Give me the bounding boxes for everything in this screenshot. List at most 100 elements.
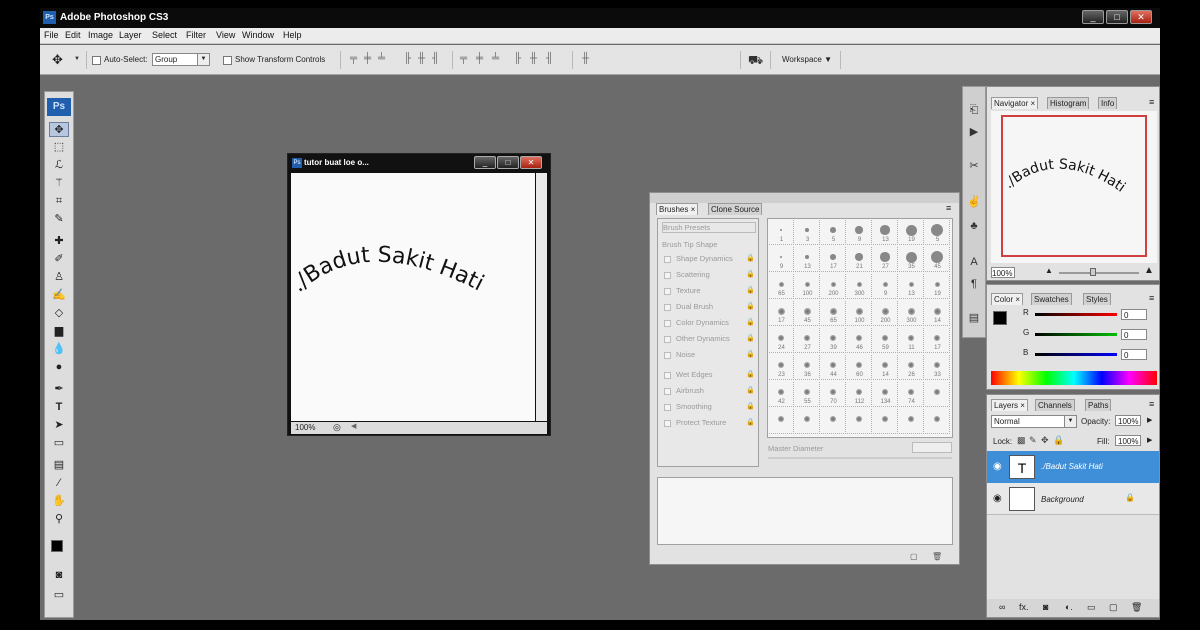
master-diameter-field[interactable] (912, 442, 952, 453)
clone-stamp-tool-icon[interactable]: ♙ (49, 270, 69, 285)
brush-preset-cell[interactable] (899, 409, 924, 434)
healing-brush-tool-icon[interactable]: ✚ (49, 234, 69, 249)
close-button[interactable]: ✕ (1130, 10, 1152, 24)
brush-preset-cell[interactable]: 200 (873, 301, 898, 326)
brush-preset-cell[interactable]: 59 (873, 328, 898, 353)
lock-icon[interactable]: 🔒 (746, 370, 755, 378)
lock-icon[interactable]: 🔒 (746, 418, 755, 426)
lock-all-icon[interactable]: 🔒 (1053, 435, 1064, 446)
layer-comps-icon[interactable]: ▤ (966, 309, 982, 325)
tab-clone-source[interactable]: Clone Source (708, 203, 763, 215)
type-tool-icon[interactable]: T (49, 400, 69, 415)
link-layers-icon[interactable]: ∞ (999, 602, 1005, 612)
brush-preset-cell[interactable]: 65 (821, 301, 846, 326)
brush-preset-cell[interactable]: 27 (873, 247, 898, 272)
layer-row[interactable]: ◉ Background 🔒 (987, 483, 1159, 515)
visibility-eye-icon[interactable]: ◉ (993, 461, 1002, 472)
lock-icon[interactable]: 🔒 (746, 402, 755, 410)
marquee-tool-icon[interactable]: ⬚ (49, 140, 69, 155)
visibility-eye-icon[interactable]: ◉ (993, 493, 1002, 504)
zoom-slider-thumb[interactable] (1090, 268, 1096, 276)
brush-preset-cell[interactable]: 44 (821, 355, 846, 380)
color-spectrum-bar[interactable] (991, 371, 1157, 385)
doc-close-button[interactable]: ✕ (520, 156, 542, 169)
gradient-tool-icon[interactable]: ▆ (49, 324, 69, 339)
brush-preset-cell[interactable]: 74 (899, 382, 924, 407)
tab-swatches[interactable]: Swatches (1031, 293, 1072, 305)
opacity-arrow-icon[interactable]: ▶ (1147, 416, 1152, 424)
lock-icon[interactable]: 🔒 (746, 386, 755, 394)
distribute-bottom-icon[interactable]: ╧ (492, 54, 502, 64)
brush-preset-cell[interactable] (925, 409, 950, 434)
panel-menu-icon[interactable]: ≡ (946, 203, 951, 213)
brush-option-checkbox[interactable] (664, 320, 671, 327)
hand-tool-icon[interactable]: ✋ (49, 494, 69, 509)
brush-preset-cell[interactable]: 70 (821, 382, 846, 407)
brush-preset-cell[interactable]: 100 (847, 301, 872, 326)
lock-icon[interactable]: 🔒 (746, 270, 755, 278)
brush-preset-cell[interactable] (769, 409, 794, 434)
brush-option-label[interactable]: Other Dynamics (676, 334, 730, 343)
lock-transparent-icon[interactable]: ▩ (1017, 435, 1026, 446)
menu-edit[interactable]: Edit (65, 30, 81, 40)
tool-preset-arrow-icon[interactable]: ▼ (74, 56, 80, 62)
panel-menu-icon[interactable]: ≡ (1149, 399, 1154, 409)
brush-preset-cell[interactable] (795, 409, 820, 434)
clone-source-icon[interactable]: ♣ (966, 217, 982, 233)
brush-preset-cell[interactable] (821, 409, 846, 434)
lock-icon[interactable]: 🔒 (746, 302, 755, 310)
status-menu-icon[interactable]: ◎ (333, 422, 341, 433)
distribute-top-icon[interactable]: ╤ (460, 54, 470, 64)
navigator-preview[interactable]: ./Badut Sakit Hati (991, 111, 1157, 263)
panel-menu-icon[interactable]: ≡ (1149, 293, 1154, 303)
brush-preset-cell[interactable]: 112 (847, 382, 872, 407)
move-tool-icon[interactable]: ✥ (52, 52, 63, 68)
layer-name[interactable]: Background (1041, 495, 1084, 504)
layer-mask-icon[interactable]: ◙ (1043, 602, 1048, 612)
channel-b-slider[interactable] (1035, 353, 1117, 356)
brush-preset-cell[interactable]: 9 (769, 247, 794, 272)
brush-preset-cell[interactable]: 300 (847, 274, 872, 299)
brush-preset-cell[interactable]: 13 (795, 247, 820, 272)
fill-arrow-icon[interactable]: ▶ (1147, 436, 1152, 444)
brush-presets-item[interactable]: Brush Presets (662, 222, 756, 233)
lock-position-icon[interactable]: ✥ (1041, 435, 1049, 446)
zoom-in-icon[interactable]: ▲ (1144, 265, 1154, 276)
brush-preset-cell[interactable]: 14 (925, 301, 950, 326)
lock-pixels-icon[interactable]: ✎ (1029, 435, 1037, 446)
menu-image[interactable]: Image (88, 30, 113, 40)
channel-r-value[interactable]: 0 (1121, 309, 1147, 320)
align-hcenter-icon[interactable]: ╫ (418, 54, 428, 64)
brush-option-checkbox[interactable] (664, 372, 671, 379)
brush-tool-icon[interactable]: ✐ (49, 252, 69, 267)
brush-preset-cell[interactable]: 200 (821, 274, 846, 299)
pen-tool-icon[interactable]: ✒ (49, 382, 69, 397)
auto-select-dropdown[interactable]: Group ▼ (152, 53, 210, 66)
master-diameter-slider[interactable] (768, 457, 952, 459)
align-bottom-icon[interactable]: ╧ (378, 54, 388, 64)
brush-preset-cell[interactable]: 23 (769, 355, 794, 380)
foreground-color-swatch[interactable] (51, 540, 63, 552)
brush-preset-cell[interactable]: 11 (899, 328, 924, 353)
brush-preset-cell[interactable]: 300 (899, 301, 924, 326)
brush-option-checkbox[interactable] (664, 352, 671, 359)
tab-channels[interactable]: Channels (1035, 399, 1075, 411)
rectangle-tool-icon[interactable]: ▭ (49, 436, 69, 451)
distribute-left-icon[interactable]: ╟ (514, 54, 524, 64)
brush-option-label[interactable]: Wet Edges (676, 370, 713, 379)
fill-field[interactable]: 100% (1115, 435, 1141, 446)
distribute-vcenter-icon[interactable]: ╪ (476, 54, 486, 64)
align-top-icon[interactable]: ╤ (350, 54, 360, 64)
tab-info[interactable]: Info (1098, 97, 1118, 109)
brush-option-label[interactable]: Color Dynamics (676, 318, 729, 327)
brush-preset-cell[interactable]: 134 (873, 382, 898, 407)
brush-preset-cell[interactable] (847, 409, 872, 434)
tab-layers[interactable]: Layers × (991, 399, 1028, 411)
auto-select-checkbox[interactable] (92, 56, 101, 65)
menu-layer[interactable]: Layer (119, 30, 142, 40)
brush-option-checkbox[interactable] (664, 256, 671, 263)
brush-preset-cell[interactable]: 13 (899, 274, 924, 299)
brush-preset-cell[interactable] (873, 409, 898, 434)
brush-preset-cell[interactable]: 46 (847, 328, 872, 353)
zoom-out-icon[interactable]: ▲ (1045, 266, 1053, 275)
